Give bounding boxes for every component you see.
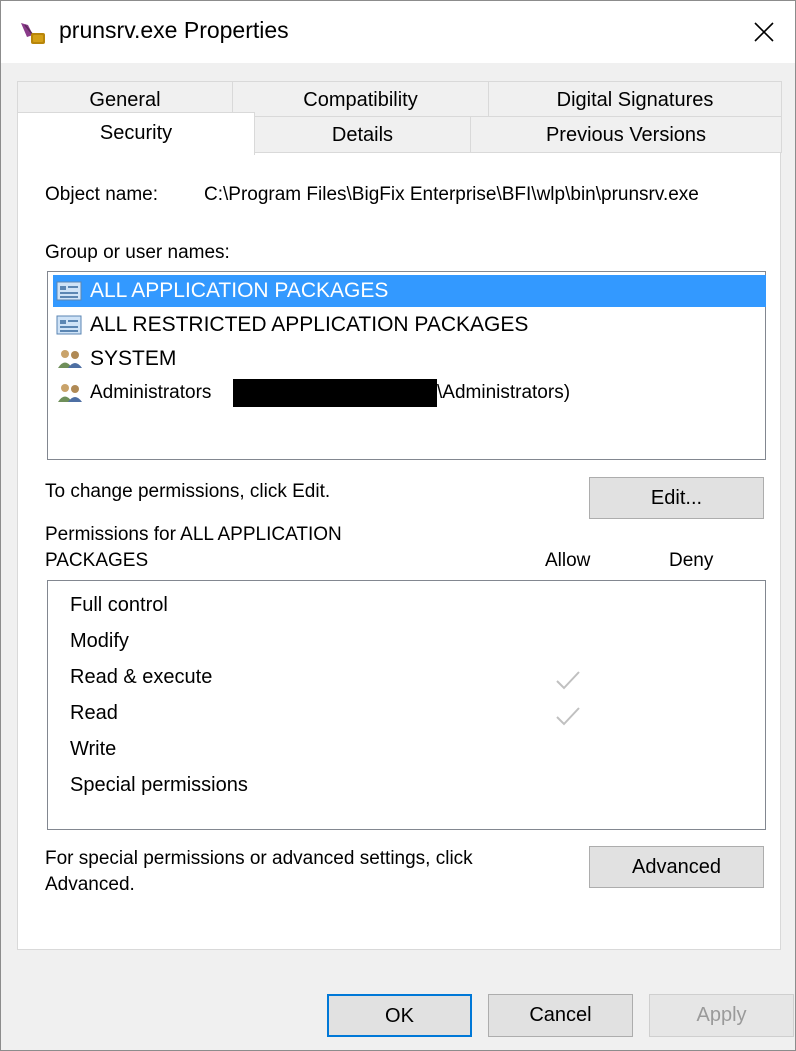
advanced-hint-line2: Advanced. <box>45 874 135 895</box>
tab-label: Compatibility <box>303 89 418 111</box>
object-name-label: Object name: <box>45 184 158 205</box>
ok-button[interactable]: OK <box>327 994 472 1037</box>
app-packages-icon <box>56 314 84 336</box>
users-group-icon <box>56 382 84 404</box>
window-title: prunsrv.exe Properties <box>59 17 289 43</box>
edit-button[interactable]: Edit... <box>589 477 764 519</box>
list-item-system[interactable]: SYSTEM <box>53 343 766 375</box>
tab-security[interactable]: Security <box>17 112 255 155</box>
permission-modify: Modify <box>70 630 129 652</box>
allow-check-icon <box>554 704 582 728</box>
allow-check-icon <box>554 668 582 692</box>
group-names-label: Group or user names: <box>45 242 230 263</box>
advanced-button[interactable]: Advanced <box>589 846 764 888</box>
list-item-administrators[interactable]: Administrators \Administrators) <box>53 377 766 409</box>
tab-label: Previous Versions <box>545 124 707 146</box>
permissions-list: Full control Modify Read & execute Read … <box>47 580 766 830</box>
users-group-icon <box>56 348 84 370</box>
list-item-label: ALL RESTRICTED APPLICATION PACKAGES <box>90 313 529 336</box>
permission-write: Write <box>70 738 117 760</box>
properties-dialog: prunsrv.exe Properties General Compatibi… <box>0 0 796 1051</box>
tab-label: Digital Signatures <box>556 89 714 111</box>
tab-compatibility[interactable]: Compatibility <box>232 81 489 117</box>
tab-previous-versions[interactable]: Previous Versions <box>470 116 782 153</box>
close-icon <box>754 22 774 42</box>
tab-label: Details <box>331 124 394 146</box>
permission-full-control: Full control <box>70 594 168 616</box>
list-item-all-restricted-application-packages[interactable]: ALL RESTRICTED APPLICATION PACKAGES <box>53 309 766 341</box>
permissions-for-label-line2: PACKAGES <box>45 550 149 571</box>
list-item-suffix: \Administrators) <box>437 382 571 403</box>
list-item-all-application-packages[interactable]: ALL APPLICATION PACKAGES <box>53 275 766 307</box>
deny-column-header: Deny <box>669 550 714 571</box>
group-user-list[interactable]: ALL APPLICATION PACKAGES ALL RESTRICTED … <box>47 271 766 460</box>
redaction-box <box>233 379 437 407</box>
tab-digital-signatures[interactable]: Digital Signatures <box>488 81 782 117</box>
list-item-label: Administrators <box>90 382 212 403</box>
close-button[interactable] <box>733 1 795 63</box>
permissions-for-label-line1: Permissions for ALL APPLICATION <box>45 524 342 545</box>
permission-special: Special permissions <box>70 774 248 796</box>
permission-read: Read <box>70 702 118 724</box>
tab-label: Security <box>99 122 173 144</box>
tab-details[interactable]: Details <box>254 116 471 153</box>
apply-button[interactable]: Apply <box>649 994 794 1037</box>
list-item-label: SYSTEM <box>90 347 177 370</box>
advanced-hint-line1: For special permissions or advanced sett… <box>45 848 473 869</box>
change-permissions-hint: To change permissions, click Edit. <box>45 481 331 502</box>
app-packages-icon <box>56 280 84 302</box>
allow-column-header: Allow <box>545 550 591 571</box>
title-bar: prunsrv.exe Properties <box>1 1 795 63</box>
cancel-button[interactable]: Cancel <box>488 994 633 1037</box>
permission-read-execute: Read & execute <box>70 666 213 688</box>
app-icon <box>19 21 47 47</box>
security-panel: Object name: C:\Program Files\BigFix Ent… <box>17 152 781 950</box>
list-item-label: ALL APPLICATION PACKAGES <box>90 279 389 302</box>
dialog-footer: OK Cancel Apply <box>1 963 795 1050</box>
object-name-value: C:\Program Files\BigFix Enterprise\BFI\w… <box>204 184 699 205</box>
